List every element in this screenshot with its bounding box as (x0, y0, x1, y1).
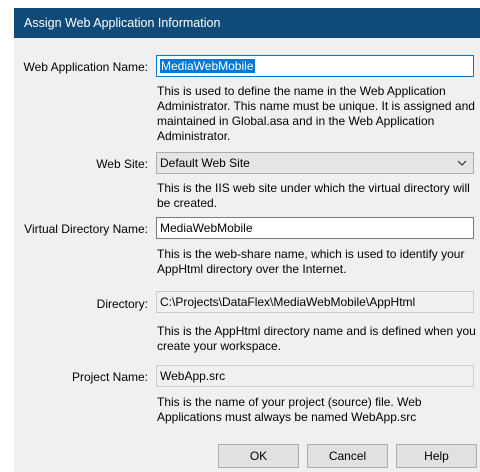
dialog-title: Assign Web Application Information (24, 16, 221, 30)
app-name-value: MediaWebMobile (160, 59, 255, 73)
web-site-description: This is the IIS web site under which the… (157, 181, 470, 210)
virtual-dir-input[interactable]: MediaWebMobile (156, 217, 474, 239)
project-name-field: WebApp.src (156, 365, 474, 387)
title-bar[interactable]: Assign Web Application Information (14, 8, 480, 38)
app-name-input[interactable]: MediaWebMobile (156, 55, 474, 77)
directory-label: Directory: (96, 297, 148, 311)
virtual-dir-label: Virtual Directory Name: (24, 222, 148, 236)
chevron-down-icon (457, 160, 467, 166)
web-site-value: Default Web Site (160, 156, 250, 170)
project-description: This is the name of your project (source… (157, 395, 422, 424)
directory-field: C:\Projects\DataFlex\MediaWebMobile\AppH… (156, 291, 474, 313)
virtual-dir-description: This is the web-share name, which is use… (157, 247, 465, 276)
help-button[interactable]: Help (396, 444, 477, 468)
ok-button[interactable]: OK (218, 444, 299, 468)
project-name-label: Project Name: (71, 370, 148, 384)
web-site-select[interactable]: Default Web Site (156, 152, 474, 174)
assign-web-app-dialog: Assign Web Application Information Web A… (0, 0, 480, 472)
directory-description: This is the AppHtml directory name and i… (157, 324, 476, 353)
cancel-button[interactable]: Cancel (307, 444, 388, 468)
app-name-label: Web Application Name: (23, 60, 148, 74)
web-site-label: Web Site: (96, 157, 148, 171)
app-name-description: This is used to define the name in the W… (157, 84, 475, 143)
